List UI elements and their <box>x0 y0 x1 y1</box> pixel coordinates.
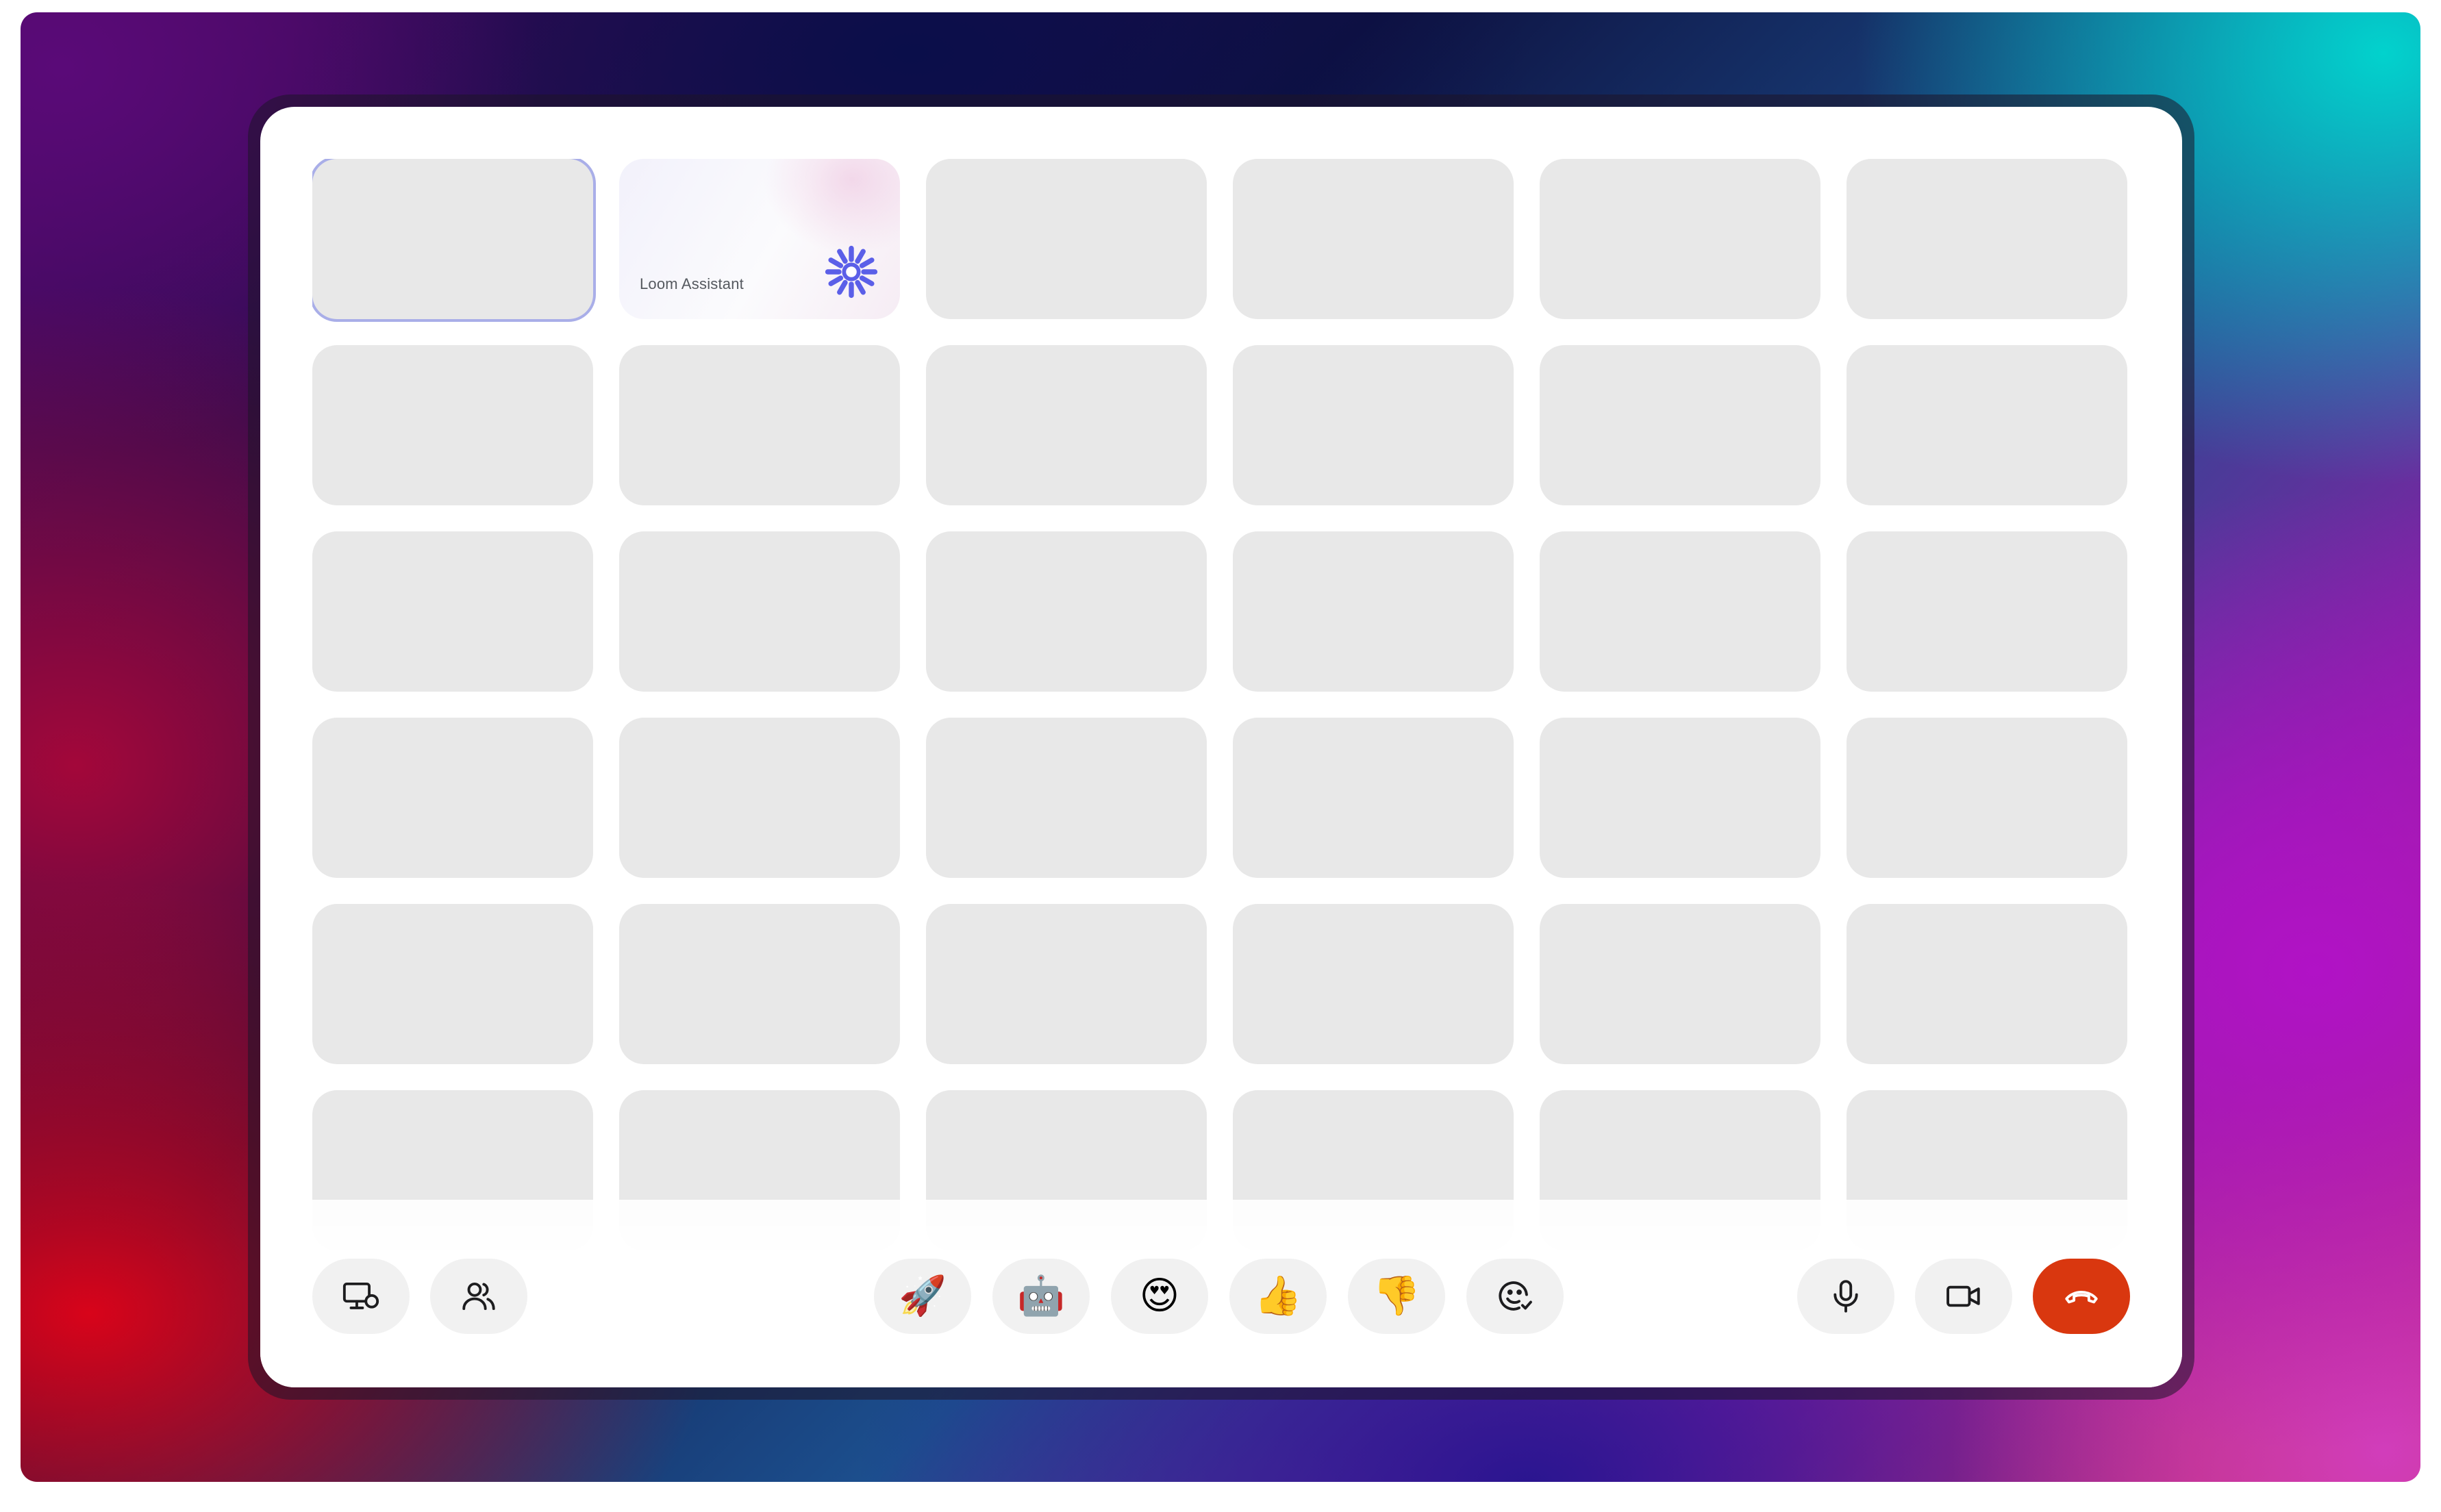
participant-tile[interactable] <box>312 904 593 1064</box>
thumbs-down-emoji-icon: 👎 <box>1373 1274 1420 1318</box>
participant-tile[interactable] <box>1540 904 1820 1064</box>
heart-eyes-emoji-icon: 😍 <box>1139 1274 1180 1318</box>
participant-grid-viewport[interactable]: Loom Assistant <box>312 159 2130 1287</box>
participant-tile-assistant[interactable]: Loom Assistant <box>619 159 900 319</box>
end-call-button[interactable] <box>2033 1259 2130 1334</box>
participant-tile[interactable] <box>619 718 900 878</box>
reaction-thumbs-down-button[interactable]: 👎 <box>1348 1259 1445 1334</box>
video-camera-icon <box>1946 1285 1980 1307</box>
participant-tile[interactable] <box>1233 904 1514 1064</box>
participant-tile[interactable] <box>1540 531 1820 692</box>
people-icon <box>462 1282 495 1311</box>
participant-tile[interactable] <box>1233 718 1514 878</box>
participant-tile[interactable] <box>926 531 1207 692</box>
participant-tile[interactable] <box>926 345 1207 505</box>
participant-tile[interactable] <box>1540 345 1820 505</box>
microphone-button[interactable] <box>1797 1259 1894 1334</box>
loom-burst-icon <box>825 245 878 299</box>
reaction-rocket-button[interactable]: 🚀 <box>874 1259 971 1334</box>
participant-tile[interactable] <box>1847 345 2127 505</box>
assistant-label: Loom Assistant <box>640 275 744 292</box>
participant-tile[interactable] <box>312 345 593 505</box>
camera-button[interactable] <box>1915 1259 2012 1334</box>
robot-emoji-icon: 🤖 <box>1017 1274 1065 1318</box>
call-toolbar: 🚀 🤖 😍 👍 👎 <box>312 1259 2130 1334</box>
reaction-thumbs-up-button[interactable]: 👍 <box>1229 1259 1327 1334</box>
thumbs-up-emoji-icon: 👍 <box>1254 1274 1302 1318</box>
participant-tile[interactable] <box>1540 159 1820 319</box>
participant-tile[interactable] <box>1233 345 1514 505</box>
screen-share-button[interactable] <box>312 1259 410 1334</box>
monitor-icon <box>342 1282 379 1309</box>
participant-tile[interactable] <box>1847 159 2127 319</box>
participant-tile[interactable] <box>312 718 593 878</box>
participant-tile[interactable] <box>619 345 900 505</box>
participant-tile[interactable] <box>312 531 593 692</box>
reaction-robot-button[interactable]: 🤖 <box>992 1259 1090 1334</box>
reaction-heart-eyes-button[interactable]: 😍 <box>1111 1259 1208 1334</box>
microphone-icon <box>1833 1280 1858 1313</box>
participant-tile[interactable] <box>1233 159 1514 319</box>
emoji-picker-icon <box>1499 1281 1532 1311</box>
participant-tile[interactable] <box>926 159 1207 319</box>
participant-tile-self[interactable] <box>312 159 593 319</box>
participant-tile[interactable] <box>619 531 900 692</box>
participant-grid: Loom Assistant <box>312 159 2130 1250</box>
participant-tile[interactable] <box>1847 904 2127 1064</box>
participant-tile[interactable] <box>1847 718 2127 878</box>
rocket-emoji-icon: 🚀 <box>899 1274 947 1318</box>
participant-tile[interactable] <box>926 904 1207 1064</box>
participant-tile[interactable] <box>619 904 900 1064</box>
add-reaction-button[interactable] <box>1466 1259 1564 1334</box>
participant-tile[interactable] <box>1847 531 2127 692</box>
participant-tile[interactable] <box>1233 531 1514 692</box>
hang-up-icon <box>2065 1291 2098 1304</box>
participant-tile[interactable] <box>1540 718 1820 878</box>
participants-button[interactable] <box>430 1259 527 1334</box>
meeting-window: Loom Assistant 🚀 🤖 😍 👍 👎 <box>260 107 2182 1387</box>
participant-tile[interactable] <box>926 718 1207 878</box>
